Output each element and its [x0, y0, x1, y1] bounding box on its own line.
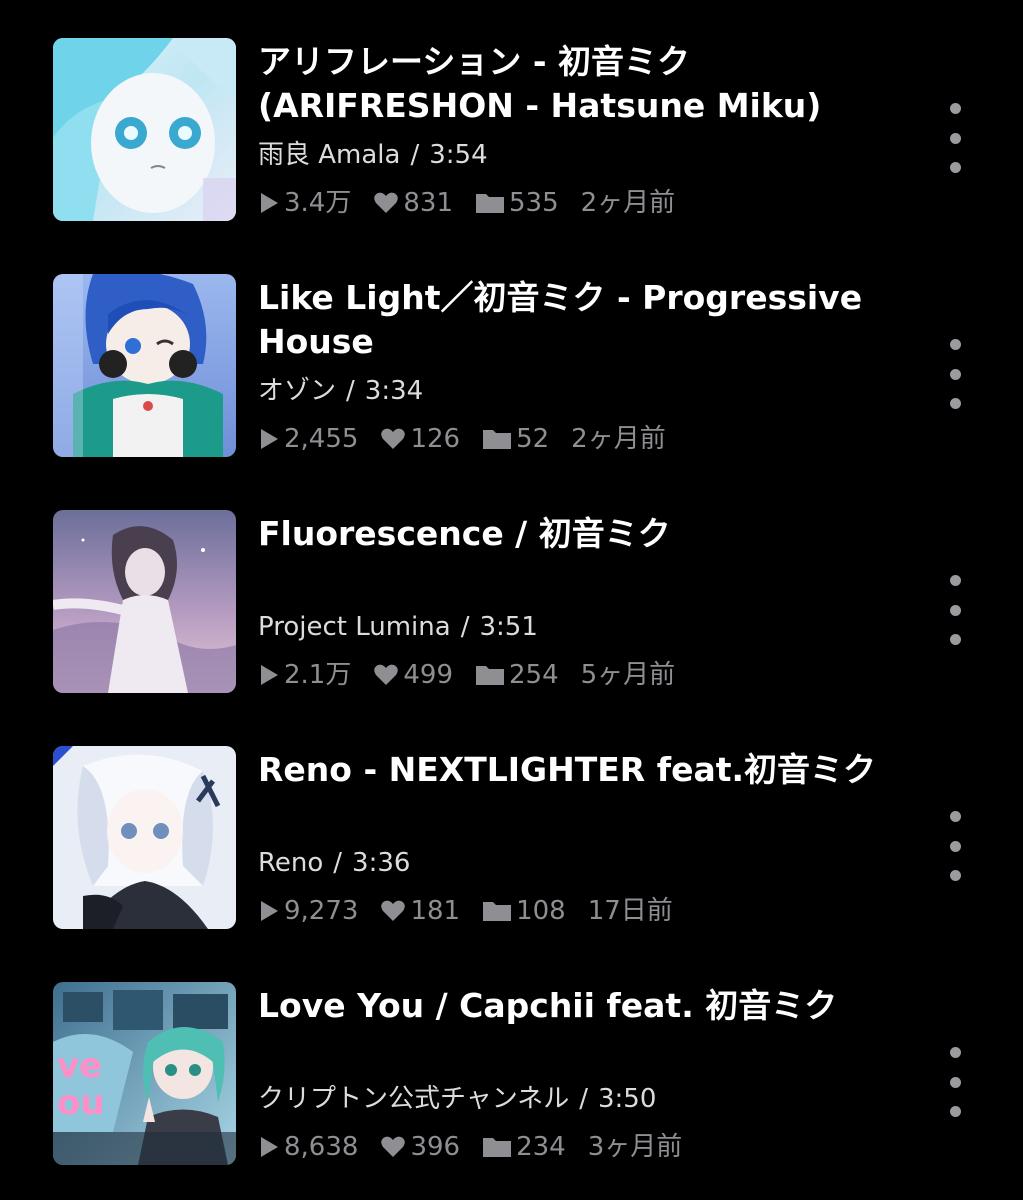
more-options-button[interactable] [935, 103, 975, 173]
thumbnail-image [53, 274, 236, 457]
like-count: 499 [373, 658, 453, 692]
video-author[interactable]: オゾン [258, 376, 336, 406]
video-stats: 3.4万 831 535 2ヶ月前 [258, 186, 697, 220]
posted-time: 3ヶ月前 [587, 1132, 683, 1162]
video-list-item[interactable]: Like Light／初音ミク - Progressive House オゾン /… [0, 236, 1023, 457]
svg-text:ve: ve [57, 1046, 102, 1086]
video-title[interactable]: Like Light／初音ミク - Progressive House [258, 276, 898, 364]
video-title[interactable]: Love You / Capchii feat. 初音ミク [258, 984, 898, 1028]
folder-icon [483, 1138, 512, 1157]
video-author-line: 雨良 Amala / 3:54 [258, 138, 488, 172]
video-duration: 3:54 [429, 140, 488, 170]
video-author[interactable]: Project Lumina [258, 612, 451, 642]
separator: / [410, 140, 420, 170]
posted-time: 5ヶ月前 [580, 660, 676, 690]
heart-icon [381, 900, 406, 921]
more-options-button[interactable] [935, 575, 975, 645]
video-thumbnail[interactable] [53, 38, 236, 221]
video-list-item[interactable]: アリフレーション - 初音ミク (ARIFRESHON - Hatsune Mi… [0, 0, 1023, 221]
mylist-count: 535 [475, 186, 559, 220]
video-author[interactable]: Reno [258, 848, 323, 878]
video-stats: 2.1万 499 254 5ヶ月前 [258, 658, 697, 692]
more-options-button[interactable] [935, 811, 975, 881]
more-vertical-icon [949, 575, 961, 586]
separator: / [579, 1084, 588, 1114]
video-title[interactable]: Reno - NEXTLIGHTER feat.初音ミク [258, 748, 898, 792]
video-title[interactable]: Fluorescence / 初音ミク [258, 512, 898, 556]
mylist-count: 52 [482, 422, 549, 456]
svg-text:ou: ou [57, 1083, 105, 1123]
view-count: 2,455 [258, 422, 358, 456]
video-author-line: Project Lumina / 3:51 [258, 610, 538, 644]
video-list: アリフレーション - 初音ミク (ARIFRESHON - Hatsune Mi… [0, 0, 1023, 1200]
video-duration: 3:34 [364, 376, 424, 406]
thumbnail-image: ve ou [53, 982, 236, 1165]
play-icon [261, 1137, 278, 1157]
view-count: 9,273 [258, 894, 358, 928]
view-count: 2.1万 [258, 658, 351, 692]
thumbnail-image [53, 510, 236, 693]
video-list-item[interactable]: Reno - NEXTLIGHTER feat.初音ミク Reno / 3:36 9… [0, 708, 1023, 929]
video-duration: 3:51 [479, 612, 538, 642]
folder-icon [476, 666, 504, 685]
more-vertical-icon [949, 1047, 961, 1058]
view-count: 3.4万 [258, 186, 351, 220]
mylist-count: 108 [482, 894, 566, 928]
more-vertical-icon [949, 103, 961, 114]
heart-icon [381, 1136, 406, 1157]
play-icon [261, 665, 278, 685]
play-icon [261, 193, 278, 213]
like-count: 181 [380, 894, 460, 928]
video-author[interactable]: クリプトン公式チャンネル [258, 1084, 569, 1114]
folder-icon [476, 194, 504, 213]
video-list-item[interactable]: ve ou Love You / Capchii feat. 初音ミク クリプト… [0, 944, 1023, 1165]
video-duration: 3:36 [352, 848, 411, 878]
more-vertical-icon [949, 339, 961, 350]
view-count: 8,638 [258, 1130, 358, 1164]
more-options-button[interactable] [935, 339, 975, 409]
separator: / [333, 848, 343, 878]
posted-time: 2ヶ月前 [580, 188, 676, 218]
mylist-count: 254 [475, 658, 559, 692]
heart-icon [381, 428, 406, 449]
video-thumbnail[interactable] [53, 510, 236, 693]
posted-time: 17日前 [587, 896, 673, 926]
video-thumbnail[interactable]: ve ou [53, 982, 236, 1165]
video-author-line: オゾン / 3:34 [258, 374, 423, 408]
folder-icon [483, 902, 512, 921]
video-author[interactable]: 雨良 Amala [258, 140, 400, 170]
video-thumbnail[interactable] [53, 274, 236, 457]
video-stats: 9,273 181 108 17日前 [258, 894, 695, 928]
like-count: 831 [373, 186, 453, 220]
video-author-line: クリプトン公式チャンネル / 3:50 [258, 1082, 656, 1116]
video-title[interactable]: アリフレーション - 初音ミク (ARIFRESHON - Hatsune Mi… [258, 40, 898, 128]
video-author-line: Reno / 3:36 [258, 846, 410, 880]
video-list-item[interactable]: Fluorescence / 初音ミク Project Lumina/3:51 … [0, 472, 1023, 693]
video-duration: 3:50 [598, 1084, 657, 1114]
video-stats: 2,455 126 52 2ヶ月前 [258, 422, 688, 456]
like-count: 396 [380, 1130, 460, 1164]
like-count: 126 [380, 422, 460, 456]
play-icon [261, 429, 278, 449]
folder-icon [483, 430, 512, 449]
video-thumbnail[interactable] [53, 746, 236, 929]
more-options-button[interactable] [935, 1047, 975, 1117]
play-icon [261, 901, 278, 921]
separator: / [346, 376, 355, 406]
video-stats: 8,638 396 234 3ヶ月前 [258, 1130, 704, 1164]
separator: / [460, 612, 470, 642]
heart-icon [374, 192, 399, 213]
thumbnail-image [53, 746, 236, 929]
more-vertical-icon [949, 811, 961, 822]
posted-time: 2ヶ月前 [571, 424, 666, 454]
heart-icon [374, 664, 399, 685]
thumbnail-image [53, 38, 236, 221]
mylist-count: 234 [482, 1130, 566, 1164]
